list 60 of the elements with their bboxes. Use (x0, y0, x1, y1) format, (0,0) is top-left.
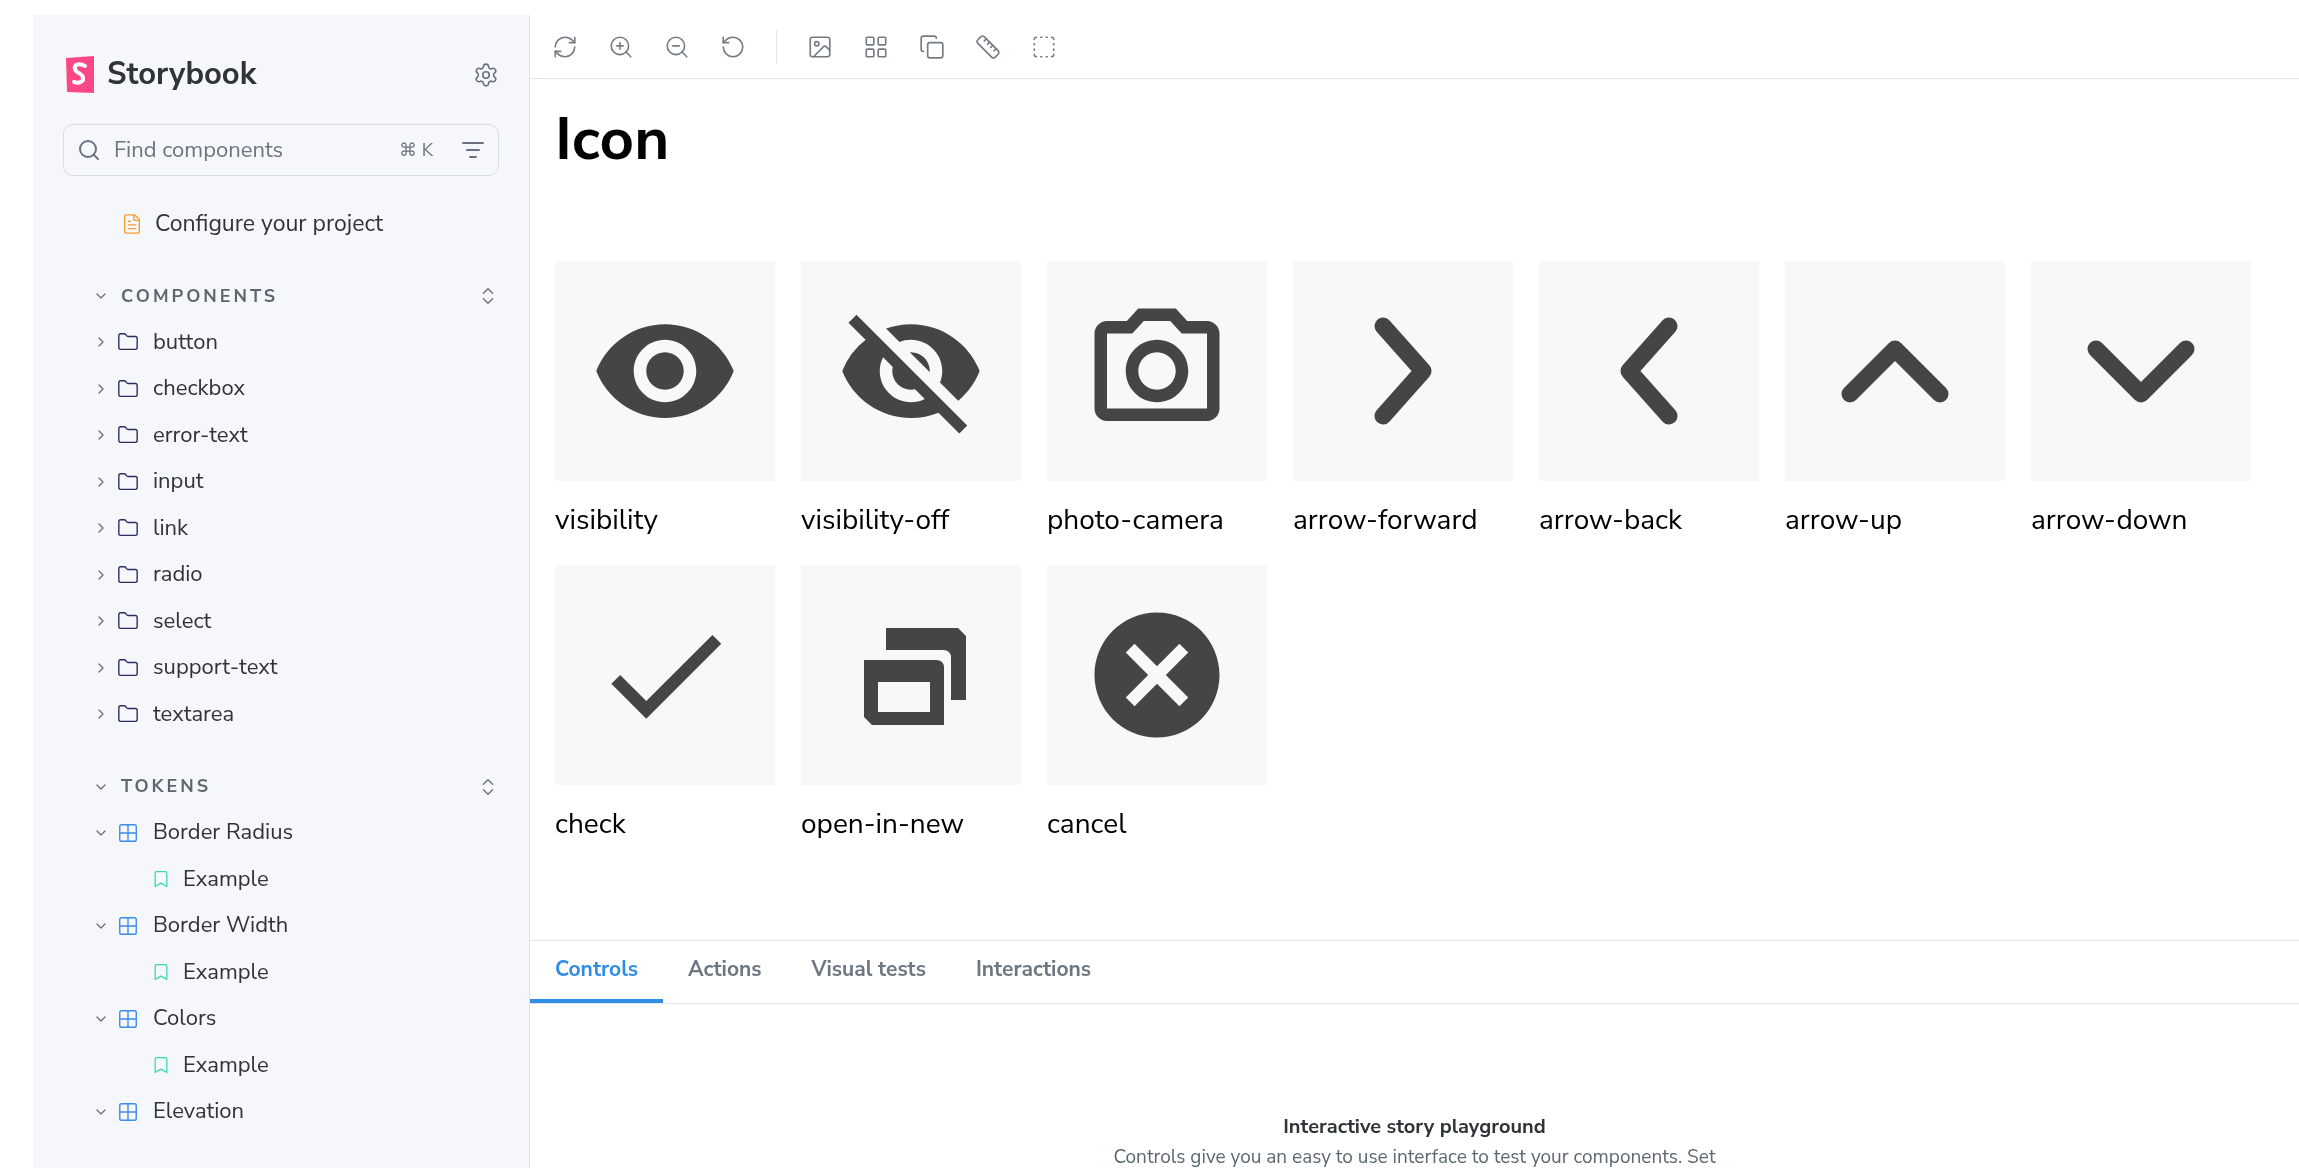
tree-item[interactable]: select (63, 598, 509, 645)
icon-label: check (555, 804, 627, 845)
section-header[interactable]: TOKENS (93, 773, 212, 800)
tree-item[interactable]: input (63, 458, 509, 505)
grid-icon[interactable] (863, 33, 889, 60)
chevron-right-icon (1374, 317, 1432, 425)
chevron-down-icon (2087, 339, 2195, 403)
tree-item[interactable]: checkbox (63, 365, 509, 412)
layers-icon[interactable] (919, 33, 945, 60)
icon-label: arrow-down (2031, 500, 2189, 541)
tree-item[interactable]: Colors (63, 995, 509, 1042)
tree-item[interactable]: Example (63, 1042, 509, 1089)
sync-icon[interactable] (552, 33, 578, 60)
tree-item[interactable]: Example (63, 856, 509, 903)
grid-icon (117, 821, 139, 844)
tree-item[interactable]: Border Width (63, 902, 509, 949)
folder-icon (117, 563, 139, 586)
logo-icon (65, 55, 95, 94)
tree-item[interactable]: link (63, 505, 509, 552)
tree-item[interactable]: Elevation (63, 1088, 509, 1135)
panel-tab[interactable]: Interactions (950, 941, 1117, 1003)
panel-tab[interactable]: Actions (663, 941, 787, 1003)
tree-item[interactable]: Example (63, 949, 509, 996)
chevron-up-icon (1841, 339, 1949, 403)
dashed-square-icon[interactable] (1031, 33, 1057, 60)
shortcut-hint: ⌘ K (399, 137, 433, 164)
section-header[interactable]: COMPONENTS (93, 282, 279, 310)
icon-label: photo-camera (1047, 500, 1225, 541)
tree-item[interactable]: radio (63, 551, 509, 598)
panel-tab[interactable]: Visual tests (786, 941, 951, 1003)
tree-item[interactable]: support-text (63, 644, 509, 691)
tree-item[interactable]: button (63, 319, 509, 366)
folder-icon (117, 377, 139, 400)
icon-label: arrow-up (1785, 500, 1903, 541)
brand-name: Storybook (107, 52, 257, 98)
tree-item[interactable]: Border Radius (63, 809, 509, 856)
icon-label: arrow-forward (1293, 500, 1479, 541)
folder-icon (117, 656, 139, 679)
chevron-left-icon (1620, 317, 1678, 425)
search-icon (77, 138, 101, 162)
ruler-icon[interactable] (975, 33, 1001, 60)
document-icon (121, 212, 143, 236)
tree-item[interactable]: Configure your project (63, 201, 509, 247)
icon-label: visibility-off (801, 500, 951, 541)
icon-label: open-in-new (801, 804, 965, 845)
grid-icon (117, 1100, 139, 1123)
settings-icon[interactable] (473, 61, 499, 88)
tree-item[interactable]: textarea (63, 691, 509, 738)
grid-icon (117, 914, 139, 937)
playground-heading: Interactive story playground (1283, 1112, 1546, 1142)
playground-description: Controls give you an easy to use interface to test your components. Set (1113, 1146, 1716, 1168)
icon-label: visibility (555, 500, 659, 541)
image-icon[interactable] (807, 33, 833, 60)
zoom-reset-icon[interactable] (720, 33, 746, 60)
tree-item[interactable]: error-text (63, 412, 509, 459)
page-title: Icon (555, 109, 671, 169)
folder-icon (117, 470, 139, 493)
grid-icon (117, 1007, 139, 1030)
icon-label: cancel (1047, 804, 1128, 845)
icon-label: arrow-back (1539, 500, 1684, 541)
